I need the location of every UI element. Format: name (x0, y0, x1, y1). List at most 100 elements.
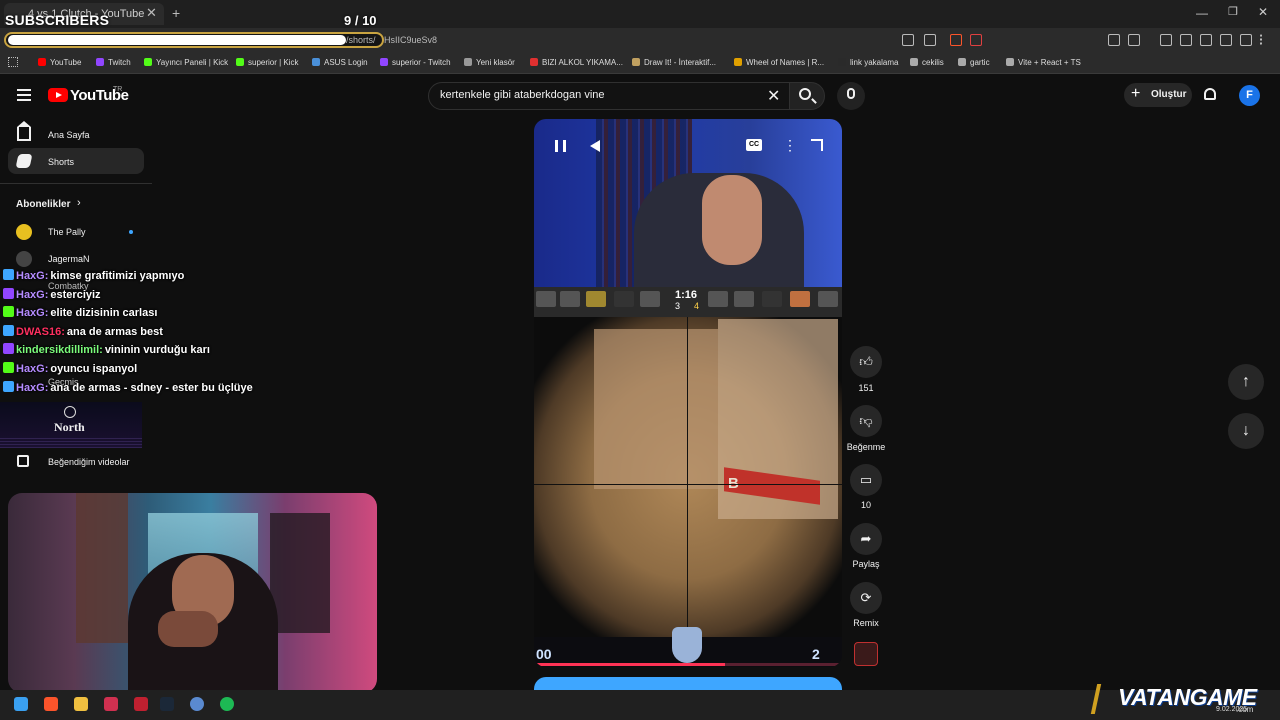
chat-text: oyuncu ispanyol (50, 363, 138, 375)
valorant-icon[interactable] (104, 697, 118, 711)
hud-player-slot (614, 291, 634, 307)
pause-icon[interactable] (555, 140, 566, 152)
bookmark-link[interactable]: superior | Kick (248, 58, 299, 67)
bookmark-link[interactable]: Yayıncı Paneli | Kick (156, 58, 228, 67)
chat-text: ana de armas best (66, 325, 163, 338)
banner-stripes (0, 436, 142, 448)
video-streamer-head (702, 175, 762, 265)
bookmark-link[interactable]: Twitch (108, 58, 131, 67)
shorts-video-player[interactable]: 1:16 3 4 B 00 2 (534, 119, 842, 667)
window-minimize-button[interactable]: — (1196, 6, 1208, 20)
share-icon[interactable] (924, 34, 936, 46)
hud-player-slot (560, 291, 580, 307)
tab-close-icon[interactable]: ✕ (146, 5, 157, 21)
vpn-icon[interactable] (1240, 34, 1252, 46)
app-icon[interactable] (190, 697, 204, 711)
bookmark-link[interactable]: BIZI ALKOL YIKAMA... (542, 58, 623, 67)
hud-player-slot (734, 291, 754, 307)
bookmark-favicon-icon (464, 58, 472, 66)
brave-shield-icon[interactable] (950, 34, 962, 46)
spotify-icon[interactable] (220, 697, 234, 711)
scope-crosshair-horizontal (534, 484, 842, 485)
bookmark-link[interactable]: Yeni klasör (476, 58, 515, 67)
apps-icon[interactable] (8, 57, 18, 67)
chat-message: HaxG: oyuncu ispanyol (3, 362, 137, 378)
bookmark-favicon-icon (958, 58, 966, 66)
youtube-logo-icon[interactable] (48, 88, 68, 102)
chevron-right-icon[interactable]: › (77, 197, 81, 209)
captions-button[interactable]: CC (746, 139, 762, 151)
bookmark-favicon-icon (380, 58, 388, 66)
share-button[interactable]: ➦ (850, 523, 882, 555)
like-button[interactable]: 👍︎ (850, 346, 882, 378)
bookmark-link[interactable]: cekilis (922, 58, 944, 67)
chat-message: HaxG: elite dizisinin carlası (3, 306, 157, 322)
bookmark-link[interactable]: Draw It! - İnteraktif... (644, 58, 716, 67)
media-icon[interactable] (1160, 34, 1172, 46)
microphone-icon (847, 88, 855, 99)
thumbs-up-icon: 👍︎ (859, 354, 873, 369)
more-options-icon[interactable]: ⋮ (783, 137, 797, 154)
file-explorer-icon[interactable] (74, 697, 88, 711)
bookmark-link[interactable]: YouTube (50, 58, 81, 67)
bookmark-favicon-icon (38, 58, 46, 66)
tab-search-icon[interactable] (1200, 34, 1212, 46)
bookmark-link[interactable]: Vite + React + TS (1018, 58, 1081, 67)
chat-badge-icon (3, 343, 14, 355)
bookmark-link[interactable]: Wheel of Names | R... (746, 58, 824, 67)
menu-icon[interactable] (1260, 34, 1272, 46)
channel-avatar-the-pally[interactable] (16, 224, 32, 240)
channel-avatar[interactable] (854, 642, 878, 666)
wallet-icon[interactable] (1128, 34, 1140, 46)
bookmark-link[interactable]: superior - Twitch (392, 58, 451, 67)
bookmark-favicon-icon (838, 58, 846, 66)
remix-button[interactable]: ⟳ (850, 582, 882, 614)
comments-button[interactable]: ▭ (850, 464, 882, 496)
chat-badge-icon (3, 380, 14, 392)
comment-icon: ▭ (859, 472, 873, 487)
previous-short-button[interactable]: ↑ (1228, 364, 1264, 400)
hamburger-menu-icon[interactable] (17, 89, 31, 101)
hud-player-slot (640, 291, 660, 307)
next-short-button[interactable]: ↓ (1228, 413, 1264, 449)
windows-start-icon[interactable] (14, 697, 28, 711)
hud-score-right: 2 (812, 646, 820, 662)
leo-ai-icon[interactable] (1220, 34, 1232, 46)
volume-icon[interactable] (590, 140, 600, 152)
hud-player-slot (536, 291, 556, 307)
extensions-icon[interactable] (1108, 34, 1120, 46)
clear-search-icon[interactable]: ✕ (767, 86, 780, 106)
steam-icon[interactable] (160, 697, 174, 711)
window-maximize-button[interactable]: ❐ (1228, 5, 1238, 18)
fullscreen-icon[interactable] (811, 139, 823, 151)
chat-badge-icon (3, 324, 14, 336)
brave-browser-icon[interactable] (44, 697, 58, 711)
sidebar-item-liked-videos[interactable]: Beğendiğim videolar (48, 457, 130, 467)
subscriptions-title[interactable]: Abonelikler (16, 199, 70, 210)
chat-text: elite dizisinin carlası (50, 307, 158, 320)
dislike-label: Beğenme (846, 442, 886, 452)
brave-rewards-icon[interactable] (970, 34, 982, 46)
sidebar-item-shorts-label: Shorts (48, 157, 75, 167)
hud-player-slot (818, 291, 838, 307)
bookmark-link[interactable]: gartic (970, 58, 990, 67)
window-close-button[interactable]: ✕ (1258, 5, 1268, 19)
bookmark-favicon-icon (96, 58, 104, 66)
dislike-button[interactable]: 👎︎ (850, 405, 882, 437)
notifications-bell-icon[interactable] (1204, 88, 1216, 100)
webcam-door (76, 493, 128, 643)
new-tab-button[interactable]: + (172, 5, 180, 21)
bookmark-link[interactable]: link yakalama (850, 58, 898, 67)
bookmark-link[interactable]: ASUS Login (324, 58, 368, 67)
account-avatar[interactable]: F (1239, 85, 1260, 106)
map-wall-left (594, 329, 718, 489)
chat-username: HaxG: (16, 381, 49, 394)
obs-app-icon[interactable] (134, 697, 148, 711)
next-short-preview[interactable] (534, 677, 842, 691)
scope-crosshair-vertical (687, 317, 688, 637)
chat-username: HaxG: (16, 288, 49, 301)
cast-icon[interactable] (902, 34, 914, 46)
channel-name[interactable]: The Pally (48, 227, 86, 237)
sidebar-toggle-icon[interactable] (1180, 34, 1192, 46)
search-icon (799, 88, 811, 100)
